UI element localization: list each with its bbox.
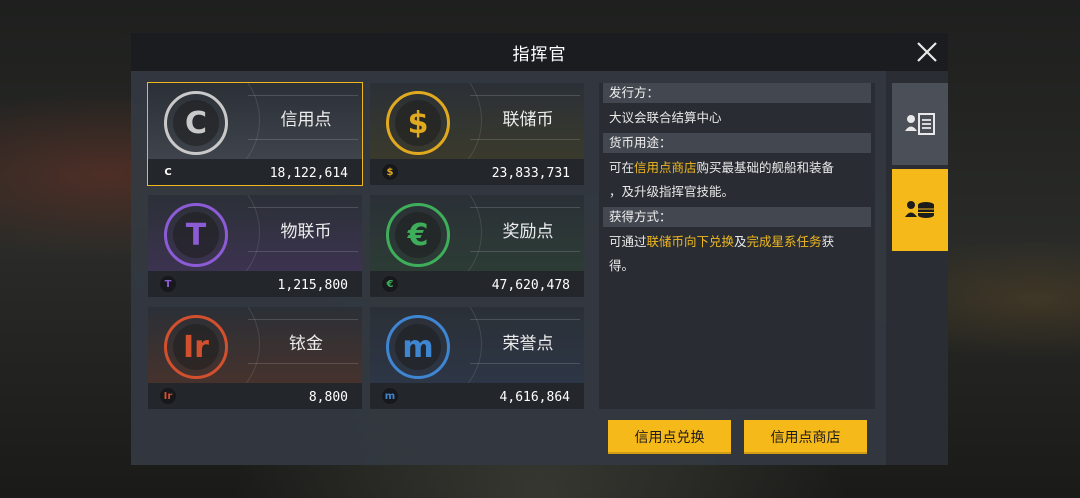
currency-name: 物联币 xyxy=(280,222,332,242)
issuer-text: 大议会联合结算中心 xyxy=(609,110,722,125)
decor-line xyxy=(248,95,358,96)
emblem-glyph: m xyxy=(395,324,441,370)
currency-amount: 47,620,478 xyxy=(491,278,570,293)
currency-card-iridium[interactable]: Ir 铱金 Ir 8,800 xyxy=(148,307,362,409)
currency-small-icon: C xyxy=(164,166,172,178)
currency-name: 奖励点 xyxy=(502,222,554,242)
shop-link[interactable]: 信用点商店 xyxy=(634,160,697,175)
currency-name: 信用点 xyxy=(280,110,332,130)
currency-emblem-icon: $ xyxy=(386,91,450,155)
profile-list-icon xyxy=(905,113,935,135)
tab-profile[interactable] xyxy=(892,83,948,165)
obtain-heading: 获得方式： xyxy=(603,207,871,227)
title-bar: 指挥官 xyxy=(131,33,948,71)
side-tab-bar xyxy=(886,71,948,465)
emblem-glyph: Ir xyxy=(173,324,219,370)
currency-name: 联储币 xyxy=(502,110,554,130)
currency-card-reserve-coin[interactable]: $ 联储币 $23,833,731 xyxy=(370,83,584,185)
currency-small-icon: Ir xyxy=(160,388,176,404)
decor-line xyxy=(470,363,580,364)
currency-name: 铱金 xyxy=(289,334,323,354)
currency-amount: 1,215,800 xyxy=(277,278,348,293)
currency-card-iot-coin[interactable]: T 物联币 T 1,215,800 xyxy=(148,195,362,297)
exchange-link[interactable]: 联储币向下兑换 xyxy=(647,234,735,249)
currency-amount: 8,800 xyxy=(308,390,348,405)
decor-line xyxy=(470,319,580,320)
commander-panel: 指挥官 C 信用点 C 18,122,614 $ 联储币 $23,833,731 T 物联币 T 1… xyxy=(131,33,948,465)
close-icon xyxy=(917,42,937,62)
decor-line xyxy=(470,251,580,252)
credit-shop-button[interactable]: 信用点商店 xyxy=(744,420,867,454)
emblem-glyph: C xyxy=(173,100,219,146)
currency-emblem-icon: € xyxy=(386,203,450,267)
currency-small-icon: $ xyxy=(382,164,398,180)
currency-name: 荣誉点 xyxy=(502,334,554,354)
decor-line xyxy=(470,95,580,96)
obtain-text: 可通过联储币向下兑换及完成星系任务获 得。 xyxy=(609,234,835,273)
currency-emblem-icon: Ir xyxy=(164,315,228,379)
decor-line xyxy=(248,363,358,364)
decor-line xyxy=(470,207,580,208)
currency-info-panel: 发行方： 大议会联合结算中心 货币用途： 可在信用点商店购买最基础的舰船和装备 … xyxy=(599,83,875,409)
emblem-glyph: T xyxy=(173,212,219,258)
emblem-glyph: € xyxy=(395,212,441,258)
credit-exchange-button[interactable]: 信用点兑换 xyxy=(608,420,731,454)
close-button[interactable] xyxy=(914,39,940,65)
decor-line xyxy=(248,139,358,140)
currency-emblem-icon: m xyxy=(386,315,450,379)
decor-line xyxy=(248,251,358,252)
currency-card-honor-point[interactable]: m 荣誉点 m 4,616,864 xyxy=(370,307,584,409)
decor-line xyxy=(248,207,358,208)
issuer-heading: 发行方： xyxy=(603,83,871,103)
tab-currency[interactable] xyxy=(892,169,948,251)
currency-amount: 18,122,614 xyxy=(269,166,348,181)
user-coins-icon xyxy=(905,201,934,218)
currency-card-credit[interactable]: C 信用点 C 18,122,614 xyxy=(147,82,363,186)
decor-line xyxy=(248,319,358,320)
decor-line xyxy=(470,139,580,140)
currency-amount: 23,833,731 xyxy=(491,166,570,181)
currency-small-icon: T xyxy=(160,276,176,292)
usage-heading: 货币用途： xyxy=(603,133,871,153)
currency-card-reward-point[interactable]: € 奖励点 €47,620,478 xyxy=(370,195,584,297)
currency-emblem-icon: C xyxy=(164,91,228,155)
currency-emblem-icon: T xyxy=(164,203,228,267)
page-title: 指挥官 xyxy=(512,44,567,65)
currency-amount: 4,616,864 xyxy=(499,390,570,405)
emblem-glyph: $ xyxy=(395,100,441,146)
currency-small-icon: m xyxy=(382,388,398,404)
usage-text: 可在信用点商店购买最基础的舰船和装备 ，及升级指挥官技能。 xyxy=(609,160,835,199)
mission-link[interactable]: 完成星系任务 xyxy=(747,234,822,249)
currency-small-icon: € xyxy=(382,276,398,292)
